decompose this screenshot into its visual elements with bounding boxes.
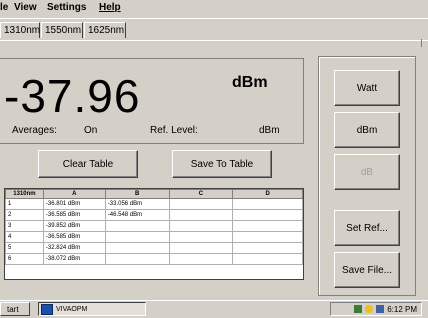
table-corner-header: 1310nm (5, 189, 44, 199)
start-label: tart (7, 304, 19, 314)
dbm-button[interactable]: dBm (334, 112, 400, 148)
tab-1625nm[interactable]: 1625nm (84, 22, 126, 38)
table-cell[interactable] (168, 209, 234, 221)
row-number: 2 (5, 209, 44, 221)
menu-bar: le View Settings Help (0, 0, 428, 19)
table-cell[interactable] (168, 242, 234, 254)
table-cell[interactable]: -36.585 dBm (42, 231, 106, 243)
table-cell[interactable] (232, 198, 303, 210)
power-value: -37.96 (4, 70, 141, 122)
table-row: 2 -36.585 dBm -46.548 dBm (5, 209, 303, 221)
start-button[interactable]: tart (0, 302, 30, 316)
row-number: 5 (5, 242, 44, 254)
table-cell[interactable]: -36.801 dBm (42, 198, 106, 210)
table-cell[interactable]: -32.824 dBm (42, 242, 106, 254)
averages-label: Averages: (12, 125, 57, 136)
table-row: 1 -36.801 dBm -33.056 dBm (5, 198, 303, 210)
menu-file[interactable]: le (0, 2, 8, 13)
row-number: 4 (5, 231, 44, 243)
system-tray: 6:12 PM (330, 302, 422, 316)
column-header-d[interactable]: D (232, 189, 303, 199)
row-number: 3 (5, 220, 44, 232)
table-cell[interactable] (232, 231, 303, 243)
set-ref-button[interactable]: Set Ref... (334, 210, 400, 246)
ref-level-label: Ref. Level: (150, 125, 198, 136)
table-cell[interactable] (168, 253, 234, 265)
table-row: 4 -36.585 dBm (5, 231, 303, 243)
power-unit: dBm (232, 74, 268, 91)
table-cell[interactable] (168, 198, 234, 210)
watt-button[interactable]: Watt (334, 70, 400, 106)
menu-view[interactable]: View (14, 2, 37, 13)
app-screen: le View Settings Help 1310nm 1550nm 1625… (0, 0, 428, 318)
table-cell[interactable] (104, 220, 170, 232)
menu-settings[interactable]: Settings (47, 2, 86, 13)
table-row: 3 -39.852 dBm (5, 220, 303, 232)
clock[interactable]: 6:12 PM (387, 305, 417, 314)
table-row: 6 -38.072 dBm (5, 253, 303, 265)
table-cell[interactable] (104, 231, 170, 243)
ref-level-value: dBm (259, 125, 280, 136)
column-header-a[interactable]: A (42, 189, 106, 199)
tab-1310nm[interactable]: 1310nm (0, 22, 40, 38)
results-grid: 1310nm A B C D 1 -36.801 dBm -33.056 dBm… (5, 189, 303, 265)
taskbar-item-label: VIVAOPM (56, 305, 88, 313)
column-header-b[interactable]: B (104, 189, 170, 199)
app-window-icon (41, 303, 53, 315)
results-table[interactable]: 1310nm A B C D 1 -36.801 dBm -33.056 dBm… (4, 188, 304, 280)
menu-help[interactable]: Help (99, 2, 121, 13)
db-button[interactable]: dB (334, 154, 400, 190)
table-cell[interactable]: -33.056 dBm (104, 198, 170, 210)
network-icon[interactable] (354, 305, 363, 313)
save-file-button[interactable]: Save File... (334, 252, 400, 288)
table-cell[interactable] (232, 220, 303, 232)
taskbar-item-vivaopm[interactable]: VIVAOPM (38, 302, 146, 316)
column-header-c[interactable]: C (168, 189, 234, 199)
table-cell[interactable]: -36.585 dBm (42, 209, 106, 221)
tab-panel-edge (421, 39, 422, 47)
table-cell[interactable] (232, 253, 303, 265)
table-cell[interactable] (168, 220, 234, 232)
row-number: 6 (5, 253, 44, 265)
table-cell[interactable]: -46.548 dBm (104, 209, 170, 221)
table-row: 5 -32.824 dBm (5, 242, 303, 254)
table-cell[interactable] (232, 209, 303, 221)
table-cell[interactable]: -38.072 dBm (42, 253, 106, 265)
lightbulb-icon[interactable] (365, 305, 374, 313)
table-cell[interactable] (232, 242, 303, 254)
averages-value: On (84, 125, 98, 136)
table-cell[interactable]: -39.852 dBm (42, 220, 106, 232)
table-header-row: 1310nm A B C D (5, 189, 303, 199)
save-to-table-button[interactable]: Save To Table (172, 150, 272, 178)
tab-divider (0, 40, 428, 41)
clear-table-button[interactable]: Clear Table (38, 150, 138, 178)
monitor-icon[interactable] (376, 305, 385, 313)
table-cell[interactable] (104, 242, 170, 254)
row-number: 1 (5, 198, 44, 210)
table-cell[interactable] (104, 253, 170, 265)
table-cell[interactable] (168, 231, 234, 243)
tab-1550nm[interactable]: 1550nm (41, 22, 83, 38)
